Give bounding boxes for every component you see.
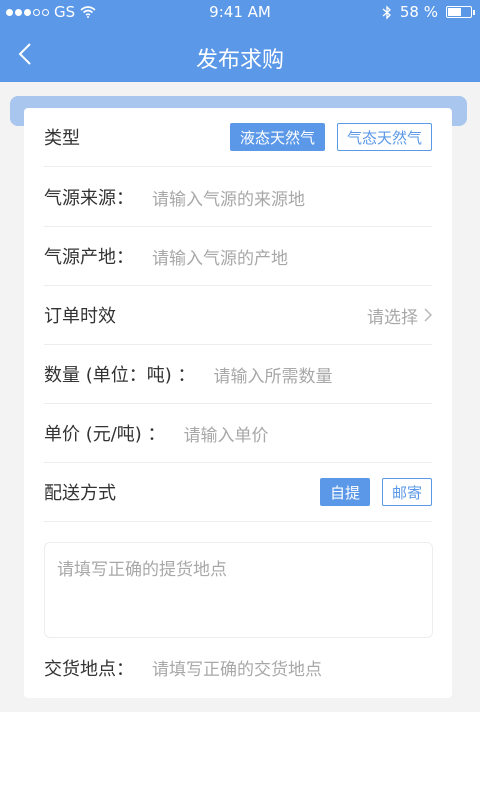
bluetooth-icon (382, 4, 391, 20)
gas-origin-input[interactable]: 请输入气源的产地 (152, 244, 288, 269)
pickup-address-textarea[interactable]: 请填写正确的提货地点 (44, 542, 433, 638)
status-bar: GS 9:41 AM 58 % (0, 0, 480, 24)
delivery-method-options: 自提 邮寄 (319, 478, 432, 506)
gas-origin-label: 气源产地： (44, 247, 134, 268)
cng-option-button[interactable]: 气态天然气 (336, 123, 432, 151)
self-pickup-button[interactable]: 自提 (319, 478, 370, 506)
gas-origin-row[interactable]: 气源产地： 请输入气源的产地 (44, 227, 432, 286)
header-bar: GS 9:41 AM 58 % 发布求购 (0, 0, 480, 82)
order-validity-selector[interactable]: 请选择 (367, 303, 432, 328)
chevron-right-icon (424, 308, 432, 322)
page-title: 发布求购 (195, 48, 284, 73)
gas-source-label: 气源来源： (44, 188, 134, 209)
unit-price-row[interactable]: 单价 (元/吨) ： 请输入单价 (44, 404, 432, 463)
order-validity-label: 订单时效 (44, 306, 116, 327)
delivery-place-label: 交货地点： (44, 658, 134, 680)
battery-percent: 58 % (399, 3, 438, 21)
unit-price-label: 单价 (元/吨) ： (44, 424, 166, 445)
status-right: 58 % (382, 3, 475, 21)
battery-icon (446, 6, 475, 18)
delivery-method-label: 配送方式 (44, 483, 116, 504)
quantity-row[interactable]: 数量 (单位：吨) ： 请输入所需数量 (44, 345, 432, 404)
order-validity-row[interactable]: 订单时效 请选择 (44, 286, 432, 345)
type-label: 类型 (44, 128, 80, 149)
purchase-form-card: 类型 液态天然气 气态天然气 气源来源： 请输入气源的来源地 气源产地： 请输入… (24, 108, 452, 698)
gas-source-input[interactable]: 请输入气源的来源地 (152, 185, 305, 210)
type-row: 类型 液态天然气 气态天然气 (44, 108, 432, 167)
quantity-label: 数量 (单位：吨) ： (44, 365, 196, 386)
delivery-place-input[interactable]: 请填写正确的交货地点 (152, 655, 322, 680)
delivery-place-row[interactable]: 交货地点： 请填写正确的交货地点 (44, 638, 432, 697)
type-options: 液态天然气 气态天然气 (229, 123, 432, 151)
mail-delivery-button[interactable]: 邮寄 (381, 478, 432, 506)
quantity-input[interactable]: 请输入所需数量 (214, 362, 333, 387)
order-validity-value: 请选择 (367, 307, 418, 328)
unit-price-input[interactable]: 请输入单价 (184, 421, 269, 446)
delivery-method-row: 配送方式 自提 邮寄 (44, 463, 432, 522)
lng-option-button[interactable]: 液态天然气 (229, 123, 325, 151)
gas-source-row[interactable]: 气源来源： 请输入气源的来源地 (44, 168, 432, 227)
